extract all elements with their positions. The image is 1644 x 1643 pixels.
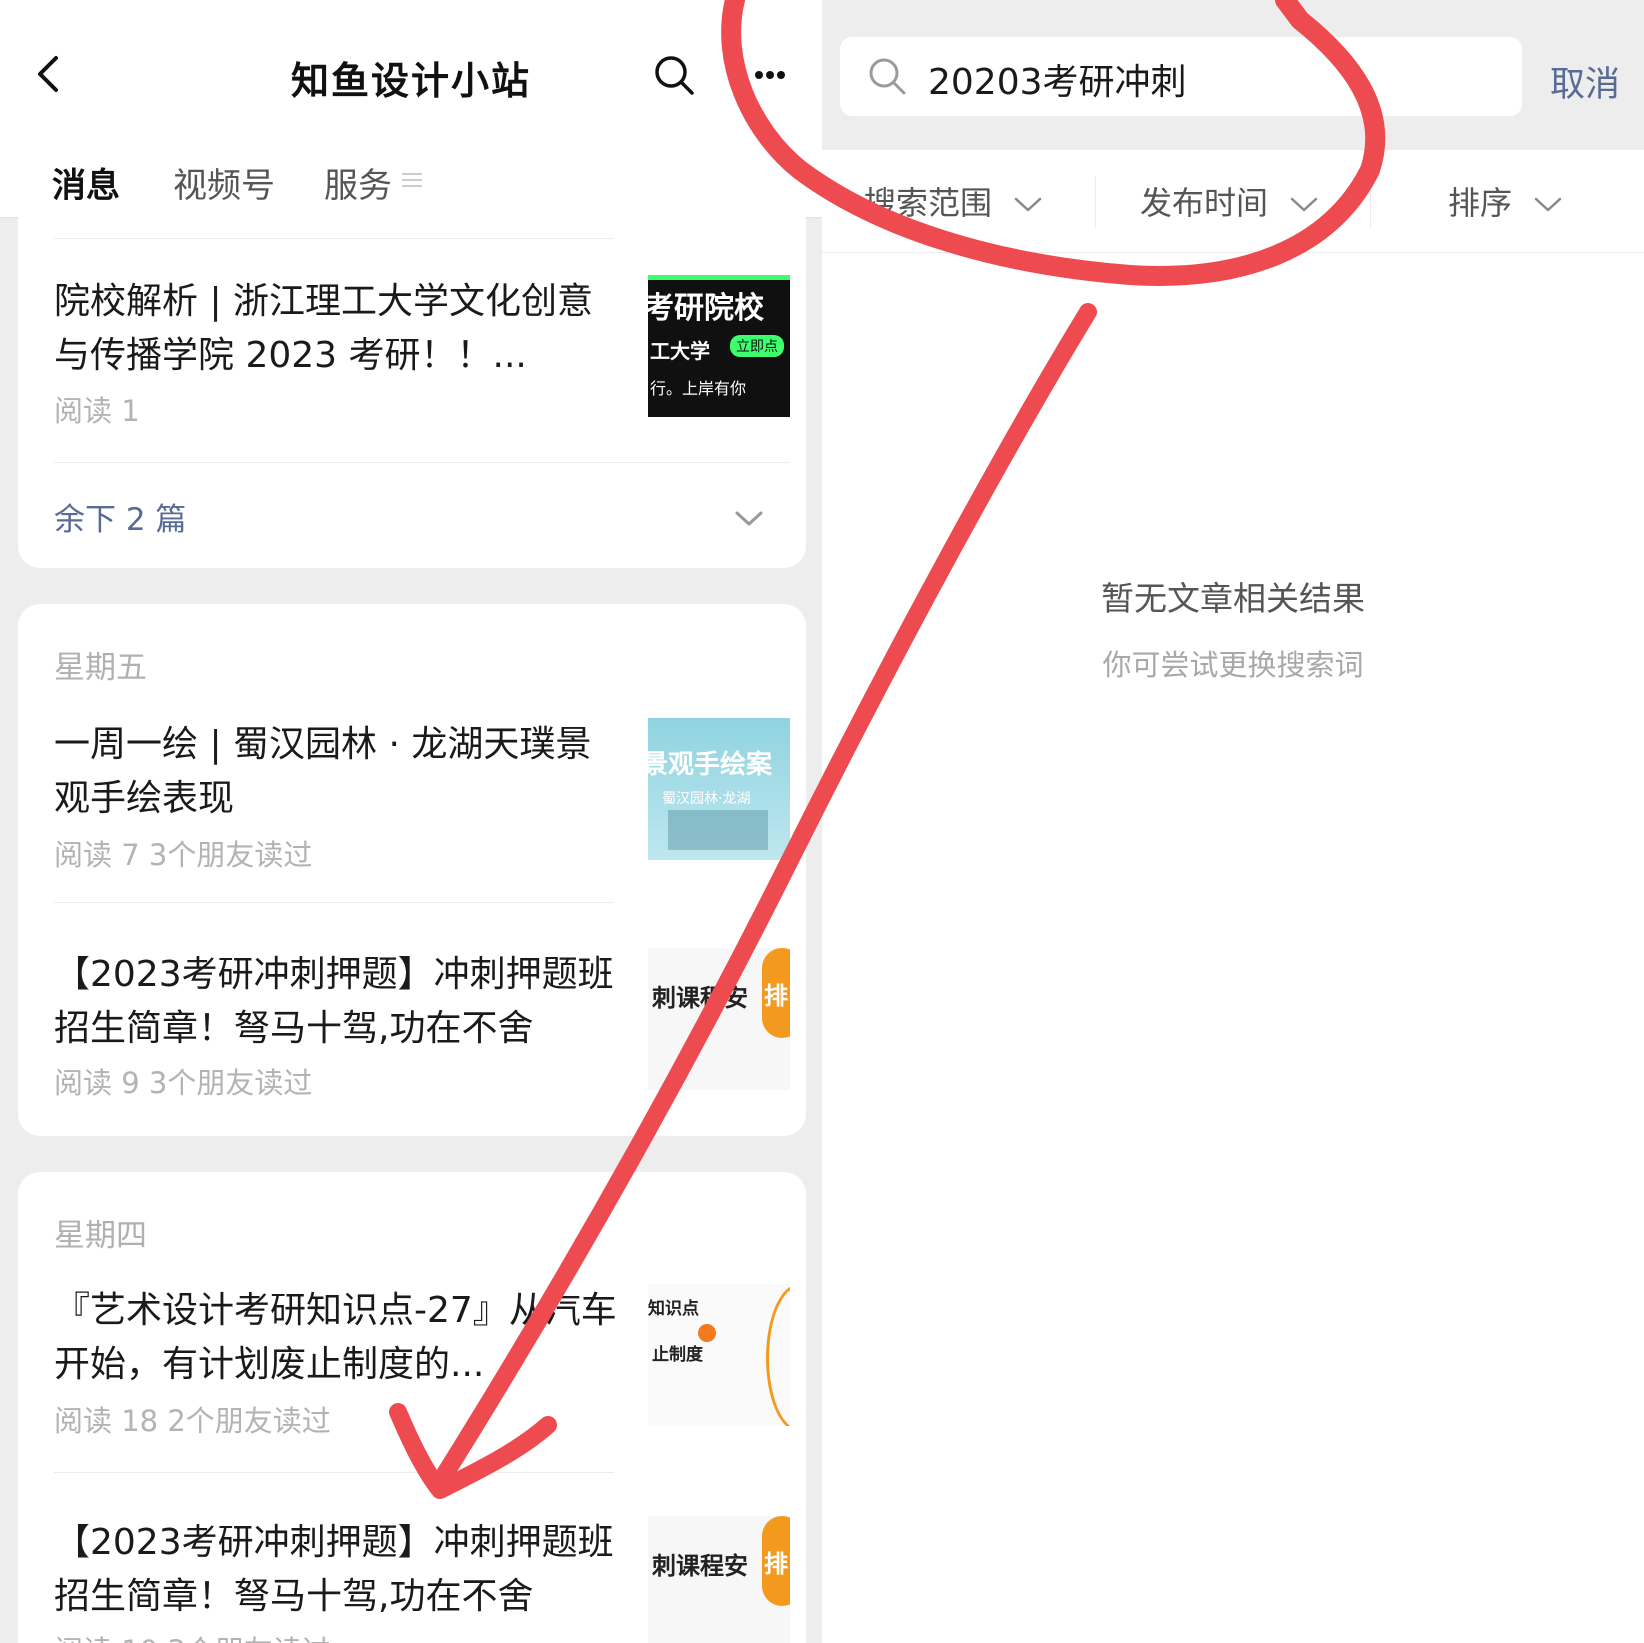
- search-query-text: 20203考研冲刺: [928, 62, 1187, 103]
- filter-search-scope[interactable]: 搜索范围: [864, 178, 1042, 224]
- menu-icon: [402, 173, 422, 187]
- thumb-stripe: [648, 275, 790, 280]
- article-meta: 阅读 10 3个朋友读过: [54, 1628, 331, 1643]
- empty-result-title: 暂无文章相关结果: [1101, 579, 1365, 618]
- chevron-down-icon: [1014, 197, 1042, 212]
- article-meta: 阅读 7 3个朋友读过: [54, 838, 313, 872]
- article-title: 『艺术设计考研知识点-27』从汽车开始，有计划废止制度的...: [54, 1290, 617, 1385]
- filter-label: 搜索范围: [864, 184, 993, 222]
- thumb-caption: 排: [764, 982, 788, 1010]
- more-articles-label: 余下 2 篇: [54, 502, 187, 538]
- article-item[interactable]: 【2023考研冲刺押题】冲刺押题班招生简章！弩马十驾,功在不舍 阅读 10 3个…: [54, 1516, 790, 1643]
- article-meta: 阅读 1: [54, 394, 140, 428]
- article-title: 院校解析 | 浙江理工大学文化创意与传播学院 2023 考研！！...: [54, 281, 594, 376]
- search-results-pane: 20203考研冲刺 取消 搜索范围 发布时间 排序 暂无文章相关结果 你可尝试更…: [822, 0, 1644, 1643]
- filter-sort[interactable]: 排序: [1448, 178, 1562, 224]
- article-thumbnail: 知识点 止制度: [648, 1284, 790, 1426]
- thumb-badge: 立即点: [730, 335, 784, 357]
- chevron-down-icon: [735, 511, 763, 526]
- row-divider: [54, 238, 614, 239]
- more-articles-row[interactable]: 余下 2 篇: [18, 462, 806, 568]
- thumb-caption: 蜀汉园林·龙湖: [662, 791, 751, 807]
- article-title: 【2023考研冲刺押题】冲刺押题班招生简章！弩马十驾,功在不舍: [54, 1522, 614, 1617]
- screenshot-root: 知鱼设计小站 消息 视频号 服务 院校解析 | 浙江理工大学文化创意与传播学院 …: [0, 0, 1644, 1643]
- thumb-dot: [698, 1324, 716, 1342]
- day-label: 星期五: [54, 650, 147, 686]
- thumb-illustration: [668, 810, 768, 850]
- article-thumbnail: 考研院校 工大学 立即点 行。上岸有你: [648, 275, 790, 417]
- thumb-caption: 考研院校: [648, 291, 764, 326]
- filter-publish-time[interactable]: 发布时间: [1140, 178, 1318, 224]
- chevron-down-icon: [1534, 197, 1562, 212]
- filter-separator: [1370, 176, 1371, 228]
- search-filter-bar: 搜索范围 发布时间 排序: [822, 150, 1644, 253]
- article-meta: 阅读 9 3个朋友读过: [54, 1066, 313, 1100]
- article-item[interactable]: 院校解析 | 浙江理工大学文化创意与传播学院 2023 考研！！... 阅读 1…: [54, 275, 790, 428]
- thumb-caption: 知识点: [648, 1299, 699, 1319]
- thumb-caption: 刺课程安: [652, 984, 748, 1012]
- more-options-icon[interactable]: [755, 70, 785, 80]
- empty-result-hint: 你可尝试更换搜索词: [1102, 648, 1364, 682]
- article-item[interactable]: 『艺术设计考研知识点-27』从汽车开始，有计划废止制度的... 阅读 18 2个…: [54, 1284, 790, 1438]
- filter-label: 发布时间: [1140, 184, 1269, 222]
- search-icon[interactable]: [652, 53, 696, 97]
- thumb-caption: 行。上岸有你: [650, 379, 747, 398]
- account-header: 知鱼设计小站 消息 视频号 服务: [0, 0, 822, 218]
- search-icon: [869, 58, 906, 95]
- filter-separator: [1095, 176, 1096, 228]
- article-item[interactable]: 【2023考研冲刺押题】冲刺押题班招生简章！弩马十驾,功在不舍 阅读 9 3个朋…: [54, 948, 790, 1100]
- thumb-accent: [766, 1284, 790, 1426]
- row-divider: [54, 902, 614, 903]
- search-input[interactable]: 20203考研冲刺: [840, 37, 1522, 116]
- thumb-caption: 刺课程安: [652, 1552, 748, 1580]
- thumb-caption: 止制度: [652, 1345, 703, 1365]
- article-thumbnail: 刺课程安 排: [648, 948, 790, 1090]
- message-card-2: 星期五 一周一绘 | 蜀汉园林 · 龙湖天璞景观手绘表现 阅读 7 3个朋友读过…: [18, 604, 806, 1136]
- thumb-caption: 排: [764, 1550, 788, 1578]
- day-label: 星期四: [54, 1218, 147, 1254]
- article-item[interactable]: 一周一绘 | 蜀汉园林 · 龙湖天璞景观手绘表现 阅读 7 3个朋友读过 景观手…: [54, 718, 790, 872]
- article-meta: 阅读 18 2个朋友读过: [54, 1404, 331, 1438]
- article-title: 一周一绘 | 蜀汉园林 · 龙湖天璞景观手绘表现: [54, 724, 592, 819]
- account-history-pane: 知鱼设计小站 消息 视频号 服务 院校解析 | 浙江理工大学文化创意与传播学院 …: [0, 0, 822, 1643]
- article-thumbnail: 刺课程安 排: [648, 1516, 790, 1643]
- thumb-caption: 景观手绘案: [648, 750, 773, 780]
- message-card-3: 星期四 『艺术设计考研知识点-27』从汽车开始，有计划废止制度的... 阅读 1…: [18, 1172, 806, 1643]
- chevron-down-icon: [1290, 197, 1318, 212]
- account-title: 知鱼设计小站: [290, 59, 531, 103]
- search-bar-area: 20203考研冲刺 取消: [822, 0, 1644, 150]
- article-title: 【2023考研冲刺押题】冲刺押题班招生简章！弩马十驾,功在不舍: [54, 954, 614, 1049]
- thumb-caption: 工大学: [650, 339, 710, 363]
- article-thumbnail: 景观手绘案 蜀汉园林·龙湖: [648, 718, 790, 860]
- row-divider: [54, 1472, 614, 1473]
- message-card-1: 院校解析 | 浙江理工大学文化创意与传播学院 2023 考研！！... 阅读 1…: [18, 200, 806, 568]
- cancel-button[interactable]: 取消: [1550, 56, 1620, 107]
- filter-label: 排序: [1448, 184, 1513, 222]
